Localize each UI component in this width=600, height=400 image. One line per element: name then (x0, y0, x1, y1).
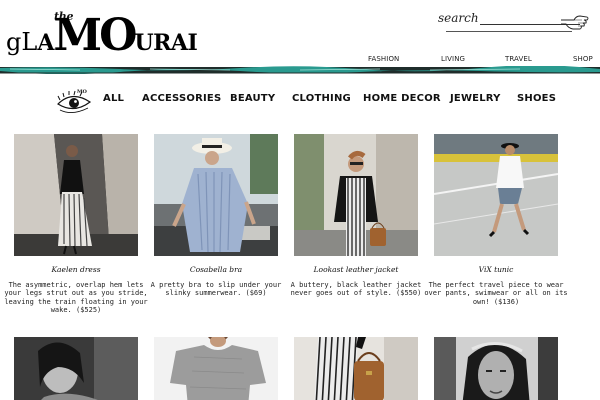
product-image-woman-walking[interactable] (434, 134, 558, 256)
product-description: The asymmetric, overlap hem lets your le… (4, 281, 148, 315)
grey-tshirt-photo (154, 337, 278, 400)
product-image-woman-in-hat[interactable] (154, 134, 278, 256)
logo-part-a: A (37, 30, 54, 56)
top-nav-travel[interactable]: TRAVEL (505, 55, 532, 63)
product-name[interactable]: Kaelen dress (8, 265, 144, 274)
svg-text:MO: MO (77, 89, 88, 95)
portrait-headband-photo (434, 337, 558, 400)
category-beauty[interactable]: BEAUTY (230, 93, 275, 104)
logo-part-mo: MO (53, 10, 137, 61)
brown-bag-photo (294, 337, 418, 400)
product-image-grey-tshirt[interactable] (154, 337, 278, 400)
product-description: The perfect travel piece to wear over pa… (424, 281, 568, 306)
top-nav-fashion[interactable]: FASHION (368, 55, 399, 63)
eye-logo-icon[interactable]: MO (54, 86, 94, 118)
portrait-bw-photo (14, 337, 138, 400)
top-nav-living[interactable]: LIVING (441, 55, 465, 63)
woman-in-hat-blue-dress-photo (154, 134, 278, 256)
search-box[interactable]: search (436, 6, 590, 36)
category-home-decor[interactable]: HOME DECOR (363, 93, 441, 104)
logo-part-urai: URAI (134, 30, 198, 56)
logo-wordmark: gLAMOURAI (6, 10, 198, 61)
product-image-woman-in-leather-jacket[interactable] (294, 134, 418, 256)
product-description: A pretty bra to slip under your slinky s… (150, 281, 282, 298)
product-image-brown-bag[interactable] (294, 337, 418, 400)
product-description: A buttery, black leather jacket never go… (290, 281, 422, 298)
site-logo[interactable]: the gLAMOURAI (6, 8, 221, 66)
product-image-portrait-headband[interactable] (434, 337, 558, 400)
product-name[interactable]: ViX tunic (428, 265, 564, 274)
category-accessories[interactable]: ACCESSORIES (142, 93, 221, 104)
category-jewelry[interactable]: JEWELRY (450, 93, 501, 104)
logo-part-gl: gL (6, 28, 38, 56)
woman-in-leather-jacket-photo (294, 134, 418, 256)
category-shoes[interactable]: SHOES (517, 93, 556, 104)
product-image-portrait-bw[interactable] (14, 337, 138, 400)
product-image-woman-in-striped-dress[interactable] (14, 134, 138, 256)
brush-stroke-divider (0, 66, 600, 74)
woman-walking-street-photo (434, 134, 558, 256)
woman-in-striped-dress-photo (14, 134, 138, 256)
product-name[interactable]: Lookast leather jacket (288, 265, 424, 274)
search-input[interactable] (438, 10, 558, 34)
top-nav-shop[interactable]: SHOP (573, 55, 593, 63)
pointing-hand-icon[interactable] (560, 10, 590, 32)
category-all[interactable]: ALL (103, 93, 124, 104)
category-clothing[interactable]: CLOTHING (292, 93, 351, 104)
product-name[interactable]: Cosabella bra (148, 265, 284, 274)
